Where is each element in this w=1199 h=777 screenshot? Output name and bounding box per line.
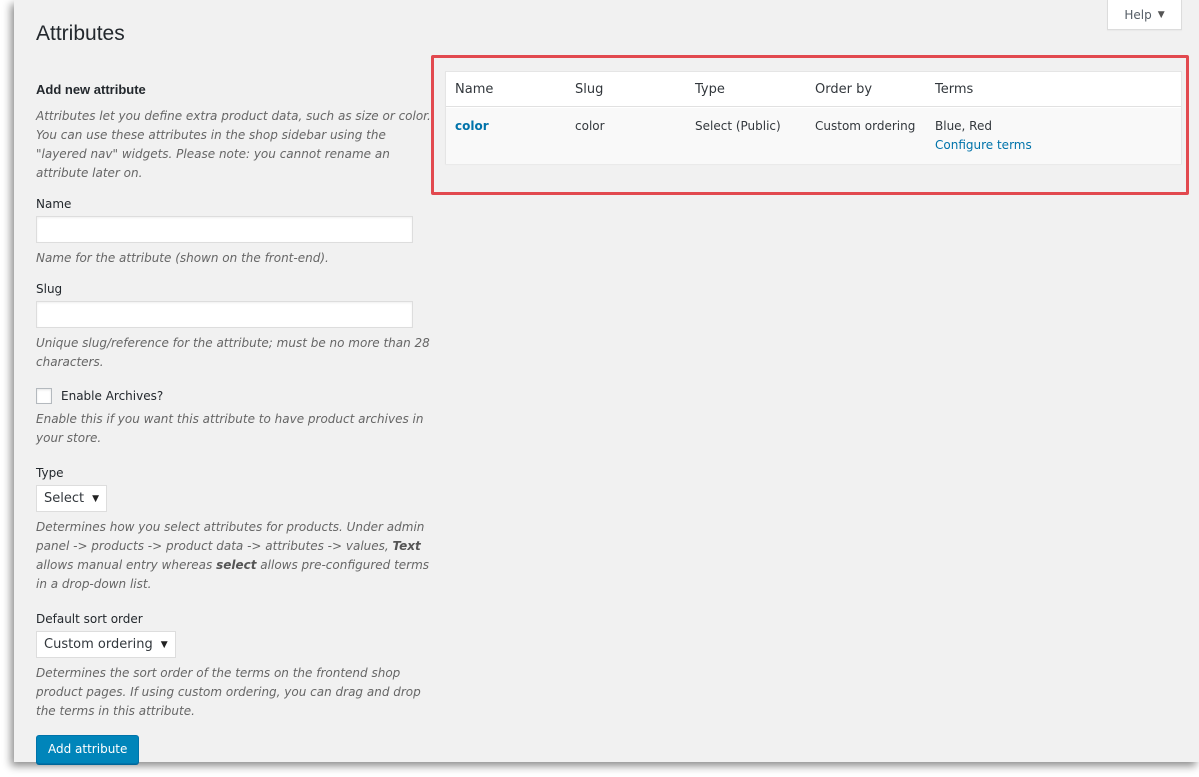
form-intro-text: Attributes let you define extra product … xyxy=(36,109,431,180)
slug-input[interactable] xyxy=(36,301,413,328)
configure-terms-link[interactable]: Configure terms xyxy=(935,138,1032,152)
sort-label: Default sort order xyxy=(36,612,143,626)
column-header-name: Name xyxy=(455,82,494,97)
attribute-name-link[interactable]: color xyxy=(455,119,489,133)
add-attribute-form: Add new attribute Attributes let you def… xyxy=(36,82,431,764)
column-header-order-by: Order by xyxy=(815,82,873,97)
enable-archives-row: Enable Archives? xyxy=(36,388,431,404)
enable-archives-checkbox[interactable] xyxy=(36,388,52,404)
type-help-bold-text: Text xyxy=(392,539,421,553)
archives-help-text: Enable this if you want this attribute t… xyxy=(36,412,424,445)
sort-order-value: Custom ordering xyxy=(44,637,153,652)
attribute-slug: color xyxy=(575,119,605,133)
slug-help-text: Unique slug/reference for the attribute;… xyxy=(36,336,430,369)
name-input[interactable] xyxy=(36,216,413,243)
name-label: Name xyxy=(36,197,72,211)
column-header-slug: Slug xyxy=(575,82,604,97)
table-header: Name Slug Type Order by Terms xyxy=(446,72,1181,107)
type-help-part: Determines how you select attributes for… xyxy=(36,520,425,553)
add-attribute-button[interactable]: Add attribute xyxy=(36,735,140,764)
type-help-part: allows manual entry whereas xyxy=(36,558,217,572)
sort-order-select[interactable]: Custom ordering ▼ xyxy=(36,631,176,658)
table-row: color color Select (Public) Custom order… xyxy=(446,108,1181,164)
attribute-type: Select (Public) xyxy=(695,119,781,133)
dropdown-arrow-icon: ▼ xyxy=(92,493,100,504)
type-label: Type xyxy=(36,466,64,480)
chevron-down-icon: ▼ xyxy=(1157,9,1165,20)
column-header-type: Type xyxy=(695,82,725,97)
attribute-terms-cell: Blue, Red Configure terms xyxy=(935,119,1032,152)
type-help-bold-select: select xyxy=(216,558,257,572)
attributes-table: Name Slug Type Order by Terms color colo… xyxy=(445,71,1182,164)
enable-archives-label: Enable Archives? xyxy=(61,389,164,403)
type-help-text: Determines how you select attributes for… xyxy=(36,518,431,594)
type-select-value: Select xyxy=(44,491,85,506)
help-tab-button[interactable]: Help ▼ xyxy=(1107,0,1182,30)
type-select[interactable]: Select ▼ xyxy=(36,485,108,512)
column-header-terms: Terms xyxy=(935,82,974,97)
attribute-order-by: Custom ordering xyxy=(815,119,916,133)
attribute-terms: Blue, Red xyxy=(935,119,992,133)
slug-label: Slug xyxy=(36,282,63,296)
sort-help-text: Determines the sort order of the terms o… xyxy=(36,666,421,718)
name-help-text: Name for the attribute (shown on the fro… xyxy=(36,251,329,265)
dropdown-arrow-icon: ▼ xyxy=(160,639,168,650)
help-label: Help xyxy=(1124,7,1152,22)
form-heading: Add new attribute xyxy=(36,82,146,97)
page-title: Attributes xyxy=(36,22,125,45)
